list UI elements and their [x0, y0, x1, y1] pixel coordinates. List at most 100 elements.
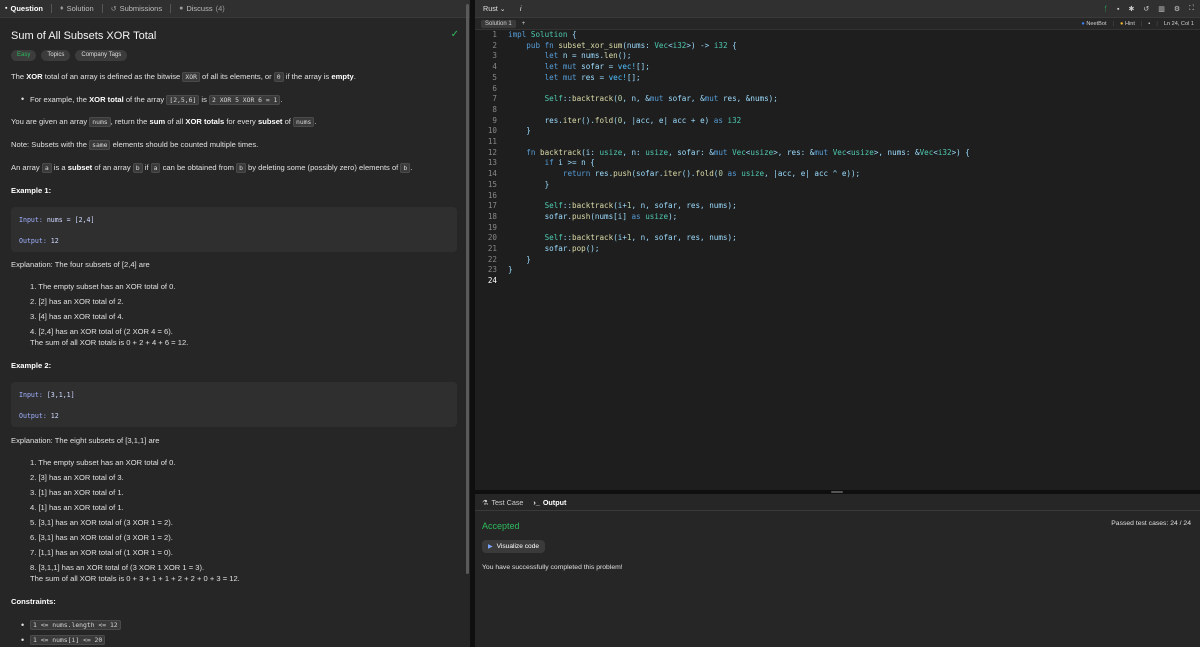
bullet-dot: • [21, 94, 25, 104]
neetbot-button[interactable]: ● NeetBot [1081, 21, 1106, 27]
list-item: 1. The empty subset has an XOR total of … [30, 458, 176, 467]
code-line[interactable]: sofar.push(nums[i] as usize); [508, 212, 678, 223]
code-line[interactable]: } [508, 255, 531, 266]
line-number: 14 [487, 169, 497, 179]
topics-tag[interactable]: Topics [41, 50, 71, 61]
example-1-explanation: Explanation: The four subsets of [2,4] a… [11, 260, 150, 269]
example-2-codeblock: Input: [3,1,1] Output: 12 [11, 382, 457, 427]
line-number: 9 [492, 115, 497, 125]
line-number: 7 [492, 94, 497, 104]
tab-discuss[interactable]: ● Discuss (4) [179, 4, 233, 13]
constraint-item: 1 <= nums.length <= 12 [30, 620, 121, 630]
editor-status: ● NeetBot | ● Hint | ▪ | Ln 24, Col 1 [1081, 21, 1194, 27]
code-line[interactable]: let n = nums.len(); [508, 51, 632, 62]
line-number: 1 [492, 30, 497, 39]
chevron-down-icon: ⌄ [499, 4, 506, 13]
list-item: 6. [3,1] has an XOR total of (3 XOR 1 = … [30, 533, 173, 542]
info-icon[interactable]: i [520, 4, 522, 13]
editor-tab-bar: Solution 1 + ● NeetBot | ● Hint | ▪ | Ln… [475, 18, 1200, 30]
code-line[interactable]: } [508, 180, 550, 191]
language-select[interactable]: Rust ⌄ [483, 4, 506, 13]
terminal-icon: ›_ [533, 497, 540, 507]
hint-button[interactable]: ● Hint [1120, 21, 1135, 27]
list-item: 3. [1] has an XOR total of 1. [30, 488, 124, 497]
layout-icon[interactable]: ▥ [1158, 5, 1165, 13]
history-icon: ↺ [110, 5, 117, 13]
line-number: 16 [487, 190, 497, 200]
list-item: 2. [3] has an XOR total of 3. [30, 473, 124, 482]
tab-test-case[interactable]: ⚗ Test Case [482, 498, 523, 507]
output-panel: ⚗ Test Case ›_ Output Accepted Passed test… [475, 494, 1200, 647]
gear-icon[interactable]: ⚙ [1174, 5, 1180, 13]
list-item: 2. [2] has an XOR total of 2. [30, 297, 124, 306]
line-number: 19 [487, 222, 497, 232]
line-number: 3 [492, 51, 497, 61]
line-number: 21 [487, 244, 497, 253]
code-line[interactable]: Self::backtrack(i+1, n, sofar, res, nums… [508, 201, 737, 212]
bug-icon[interactable]: ✱ [1128, 5, 1134, 13]
bullet-dot: • [21, 620, 25, 630]
example-2-sum: The sum of all XOR totals is 0 + 3 + 1 +… [30, 574, 240, 583]
comment-icon[interactable]: ▪ [1117, 6, 1119, 13]
problem-panel: ▪ Question ♦ Solution ↺ Submissions ● Discus… [0, 0, 470, 647]
code-line[interactable]: } [508, 126, 531, 137]
example-2-explanation: Explanation: The eight subsets of [3,1,1… [11, 436, 160, 445]
line-number: 2 [492, 40, 497, 50]
example-1-output: Output: 12 [19, 237, 59, 245]
code-line[interactable]: let mut res = vec![]; [508, 73, 641, 84]
code-line[interactable]: let mut sofar = vec![]; [508, 62, 650, 73]
list-item: 8. [3,1,1] has an XOR total of (3 XOR 1 … [30, 563, 205, 572]
add-tab-button[interactable]: + [522, 21, 526, 27]
constraint-item: 1 <= nums[i] <= 20 [30, 635, 106, 645]
line-number: 11 [487, 137, 497, 146]
lightbulb-icon: ♦ [60, 5, 64, 12]
tab-question[interactable]: ▪ Question [5, 4, 51, 13]
line-number: 12 [487, 147, 497, 157]
example-2-output: Output: 12 [19, 412, 59, 420]
code-line[interactable]: fn backtrack(i: usize, n: usize, sofar: … [508, 148, 970, 159]
list-item: 3. [4] has an XOR total of 4. [30, 312, 124, 321]
output-tab-bar: ⚗ Test Case ›_ Output [475, 494, 1200, 511]
line-number: 20 [487, 233, 497, 243]
tab-solution-1[interactable]: Solution 1 [481, 19, 516, 28]
list-item: 4. [1] has an XOR total of 1. [30, 503, 124, 512]
company-tags-tag[interactable]: Company Tags [75, 50, 128, 61]
paragraph-subset-def: An array a is a subset of an array b if … [11, 163, 413, 173]
resize-handle[interactable] [831, 491, 843, 493]
reset-icon[interactable]: ↺ [1143, 5, 1149, 13]
line-number: 15 [487, 179, 497, 189]
problem-scrollbar[interactable] [466, 4, 469, 574]
code-line[interactable]: Self::backtrack(i+1, n, sofar, res, nums… [508, 233, 737, 244]
flask-icon: ⚗ [482, 497, 489, 507]
code-line[interactable]: } [508, 265, 513, 276]
example-1-heading: Example 1: [11, 186, 52, 195]
fullscreen-icon[interactable]: ⛶ [1189, 5, 1194, 13]
example-bullet: For example, the XOR total of the array … [30, 95, 283, 105]
line-number: 24 [487, 276, 497, 286]
code-line[interactable]: if i >= n { [508, 158, 595, 169]
cloud-icon: ● [1081, 21, 1085, 27]
code-line[interactable]: return res.push(sofar.iter().fold(0 as u… [508, 169, 860, 180]
example-1-input: Input: nums = [2,4] [19, 216, 95, 224]
editor-toolbar: Rust ⌄ i ᚶ ▪ ✱ ↺ ▥ ⚙ ⛶ [475, 0, 1200, 18]
line-number: 17 [487, 201, 497, 211]
tab-submissions[interactable]: ↺ Submissions [111, 4, 170, 13]
paragraph-xor-definition: The XOR total of an array is defined as … [11, 72, 356, 82]
tab-solution[interactable]: ♦ Solution [60, 4, 102, 13]
code-line[interactable]: res.iter().fold(0, |acc, e| acc + e) as … [508, 116, 742, 127]
code-line[interactable]: pub fn subset_xor_sum(nums: Vec<i32>) ->… [508, 41, 736, 52]
example-2-input: Input: [3,1,1] [19, 391, 75, 399]
list-item: 7. [1,1] has an XOR total of (1 XOR 1 = … [30, 548, 173, 557]
list-item: 5. [3,1] has an XOR total of (3 XOR 1 = … [30, 518, 173, 527]
solved-check-icon: ✓ [450, 29, 459, 40]
line-number: 5 [492, 72, 497, 82]
chat-icon: ● [179, 5, 184, 12]
list-item: 1. The empty subset has an XOR total of … [30, 282, 176, 291]
branch-icon[interactable]: ᚶ [1104, 6, 1108, 13]
visualize-code-button[interactable]: ▶ Visualize code [482, 540, 546, 553]
code-line[interactable]: Self::backtrack(0, n, &mut sofar, &mut r… [508, 94, 778, 105]
tab-output[interactable]: ›_ Output [533, 498, 566, 507]
code-line[interactable]: sofar.pop(); [508, 244, 600, 255]
line-number: 22 [487, 254, 497, 264]
code-line[interactable]: impl Solution { [508, 30, 577, 41]
